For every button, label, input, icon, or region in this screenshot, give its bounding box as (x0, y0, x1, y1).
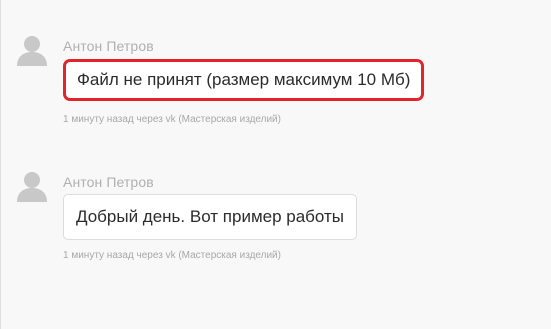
user-avatar-icon[interactable] (16, 170, 48, 202)
message-timestamp: 1 минуту назад через vk (Мастерская изде… (63, 250, 281, 261)
message-author[interactable]: Антон Петров (63, 38, 154, 54)
message-author[interactable]: Антон Петров (63, 174, 154, 190)
message-timestamp: 1 минуту назад через vk (Мастерская изде… (63, 114, 281, 125)
message-bubble-highlighted: Файл не принят (размер максимум 10 Мб) (63, 59, 425, 101)
message-bubble: Добрый день. Вот пример работы (63, 194, 357, 240)
chat-feed: Антон Петров Файл не принят (размер макс… (0, 0, 551, 329)
user-avatar-icon[interactable] (16, 34, 48, 66)
left-divider (0, 0, 1, 329)
